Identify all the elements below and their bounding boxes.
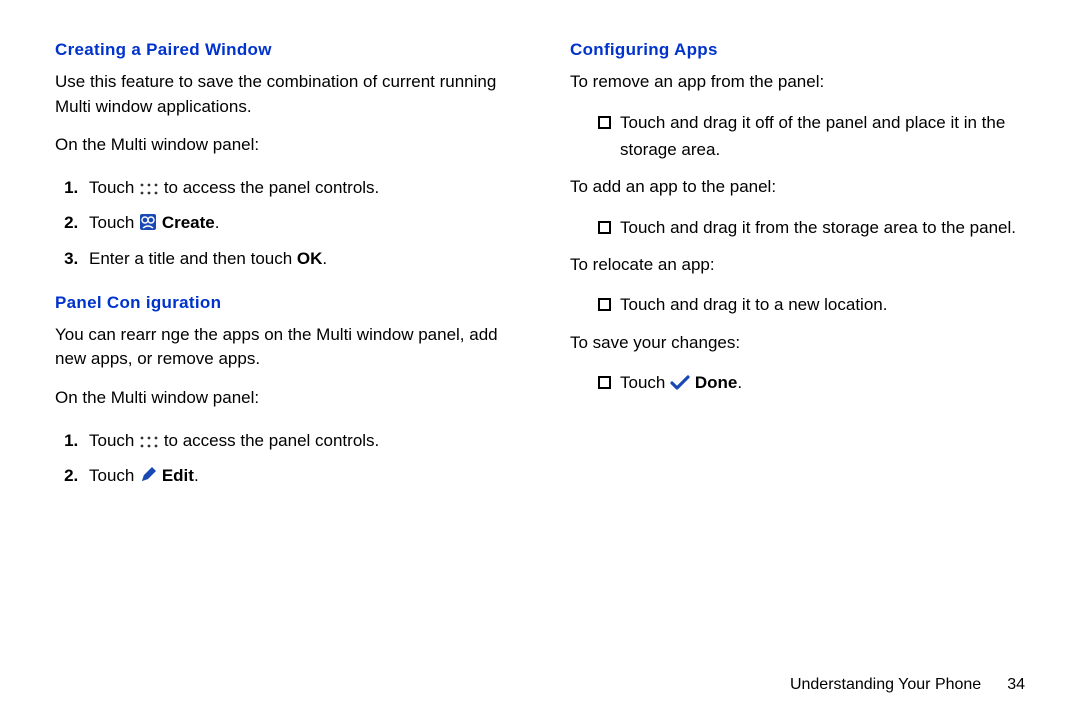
step-1: Touch to access the panel controls. (83, 425, 510, 460)
manual-page: Creating a Paired Window Use this featur… (0, 0, 1080, 720)
step-text: to access the panel controls. (159, 431, 379, 450)
step-text: Touch (89, 431, 139, 450)
paragraph: On the Multi window panel: (55, 133, 510, 158)
paragraph: Use this feature to save the combination… (55, 70, 510, 119)
bullet-list: Touch and drag it from the storage area … (570, 214, 1025, 241)
step-2: Touch Create. (83, 207, 510, 242)
paragraph: To relocate an app: (570, 253, 1025, 278)
bullet-list: Touch and drag it off of the panel and p… (570, 109, 1025, 163)
page-number: 34 (1007, 676, 1025, 694)
step-text: Touch (89, 466, 139, 485)
step-text: . (215, 213, 220, 232)
step-text: Touch (89, 213, 139, 232)
ok-label: OK (297, 249, 323, 268)
panel-controls-icon (139, 175, 159, 207)
panel-controls-icon (139, 428, 159, 460)
done-label: Done (695, 373, 738, 392)
create-icon (139, 210, 157, 242)
bullet-list: Touch Done. (570, 369, 1025, 399)
paragraph: On the Multi window panel: (55, 386, 510, 411)
two-column-layout: Creating a Paired Window Use this featur… (55, 40, 1025, 513)
right-column: Configuring Apps To remove an app from t… (570, 40, 1025, 513)
step-text: Touch (89, 178, 139, 197)
bullet-item: Touch and drag it to a new location. (598, 291, 1025, 318)
paragraph: To remove an app from the panel: (570, 70, 1025, 95)
ordered-steps: Touch to access the panel controls. Touc… (55, 172, 510, 275)
heading-panel-configuration: Panel Con iguration (55, 293, 510, 313)
paragraph: To save your changes: (570, 331, 1025, 356)
paragraph: To add an app to the panel: (570, 175, 1025, 200)
create-label: Create (162, 213, 215, 232)
page-footer: Understanding Your Phone 34 (790, 676, 1025, 694)
left-column: Creating a Paired Window Use this featur… (55, 40, 510, 513)
ordered-steps: Touch to access the panel controls. Touc… (55, 425, 510, 496)
step-2: Touch Edit. (83, 460, 510, 495)
step-3: Enter a title and then touch OK. (83, 243, 510, 275)
step-text: . (194, 466, 199, 485)
step-text: . (322, 249, 327, 268)
bullet-list: Touch and drag it to a new location. (570, 291, 1025, 318)
edit-label: Edit (162, 466, 194, 485)
heading-configuring-apps: Configuring Apps (570, 40, 1025, 60)
bullet-text: . (737, 373, 742, 392)
footer-section: Understanding Your Phone (790, 676, 981, 693)
bullet-item: Touch and drag it from the storage area … (598, 214, 1025, 241)
bullet-item: Touch and drag it off of the panel and p… (598, 109, 1025, 163)
edit-icon (139, 463, 157, 495)
bullet-item: Touch Done. (598, 369, 1025, 399)
paragraph: You can rearr nge the apps on the Multi … (55, 323, 510, 372)
done-check-icon (670, 372, 690, 399)
step-1: Touch to access the panel controls. (83, 172, 510, 207)
step-text: to access the panel controls. (159, 178, 379, 197)
bullet-text: Touch (620, 373, 670, 392)
step-text: Enter a title and then touch (89, 249, 297, 268)
heading-creating-paired-window: Creating a Paired Window (55, 40, 510, 60)
